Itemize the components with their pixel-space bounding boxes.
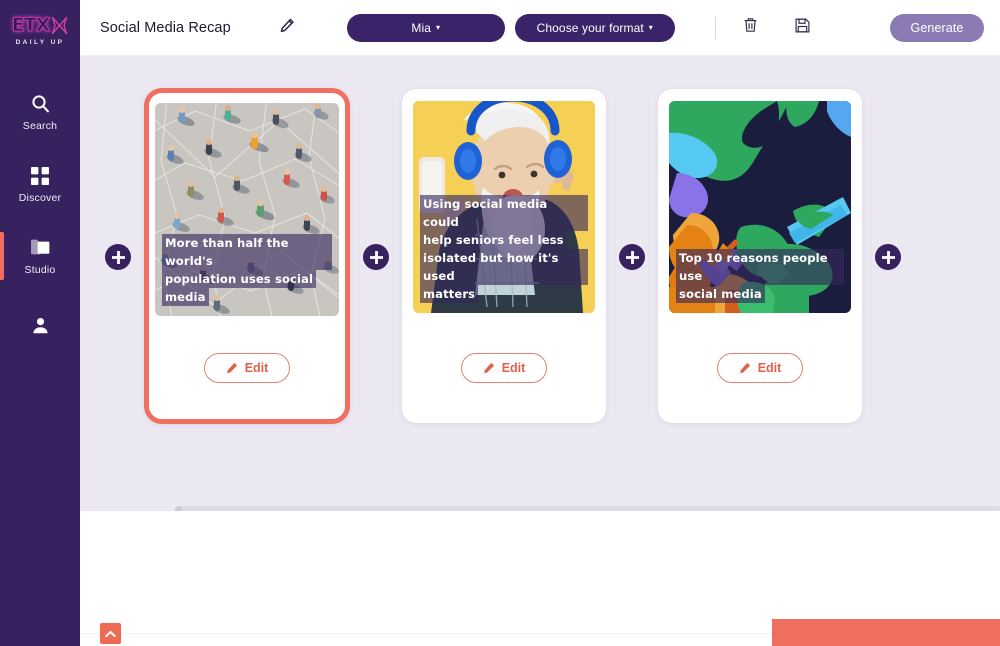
caption-line: media [162, 288, 209, 306]
card-footer: Edit [149, 316, 345, 419]
storyboard-card[interactable]: Using social media could help seniors fe… [402, 89, 606, 423]
card-footer: Edit [402, 313, 606, 423]
card-strip: More than half the world's population us… [80, 56, 1000, 456]
card-media: Using social media could help seniors fe… [413, 101, 595, 313]
edit-card-button[interactable]: Edit [717, 353, 803, 383]
card-caption: Using social media could help seniors fe… [420, 195, 588, 303]
format-select[interactable]: Choose your format ▾ [514, 13, 675, 42]
storyboard-card[interactable]: Top 10 reasons people use social media E… [658, 89, 862, 423]
add-card-button[interactable] [105, 244, 131, 270]
caption-line: population uses social [162, 270, 317, 288]
sidebar-item-label: Studio [24, 263, 56, 276]
chevron-down-icon: ▾ [648, 22, 653, 32]
caption-line: isolated but how it's used [420, 249, 588, 285]
save-button[interactable] [790, 15, 816, 41]
edit-card-label: Edit [757, 361, 782, 375]
search-icon [31, 93, 50, 115]
card-caption: Top 10 reasons people use social media [676, 249, 844, 303]
pencil-icon [280, 18, 295, 38]
caption-line: More than half the world's [162, 234, 332, 270]
chevron-up-icon [105, 625, 116, 643]
add-card-button[interactable] [619, 244, 645, 270]
add-card-button[interactable] [875, 244, 901, 270]
edit-card-button[interactable]: Edit [461, 353, 547, 383]
pencil-icon [739, 362, 751, 374]
chevron-down-icon: ▾ [436, 22, 441, 32]
card-media: More than half the world's population us… [155, 103, 339, 316]
toolbar: Social Media Recap Mia ▾ Choose your for… [80, 0, 1000, 56]
logo-text: ETX [11, 14, 51, 37]
edit-card-button[interactable]: Edit [204, 352, 290, 383]
bottom-accent-bar [772, 619, 1000, 646]
grid-icon [31, 165, 49, 187]
caption-line: social media [676, 285, 765, 303]
plus-icon [369, 250, 383, 264]
user-icon [32, 315, 49, 337]
caption-line: help seniors feel less [420, 231, 567, 249]
edit-card-label: Edit [244, 360, 269, 375]
storyboard-card[interactable]: More than half the world's population us… [144, 88, 350, 424]
edit-card-label: Edit [501, 361, 526, 375]
sidebar-item-account[interactable] [0, 300, 80, 356]
sidebar-item-label: Discover [18, 191, 62, 204]
pencil-icon [226, 362, 238, 374]
app-root: ETX DAILY UP Search Discover Studio Soci… [0, 0, 1000, 646]
sidebar-item-discover[interactable]: Discover [0, 156, 80, 212]
floppy-disk-icon [795, 18, 810, 38]
scroll-to-top-button[interactable] [100, 623, 121, 644]
voice-select-label: Mia [411, 20, 432, 35]
folder-icon [30, 237, 50, 259]
logo-mark: ETX [11, 14, 69, 37]
format-select-label: Choose your format [536, 20, 644, 35]
plus-icon [625, 250, 639, 264]
voice-select[interactable]: Mia ▾ [346, 13, 505, 42]
card-footer: Edit [658, 313, 862, 423]
main-column: Social Media Recap Mia ▾ Choose your for… [80, 0, 1000, 646]
app-logo[interactable]: ETX DAILY UP [0, 0, 80, 56]
delete-button[interactable] [738, 15, 764, 41]
caption-line: Using social media could [420, 195, 588, 231]
lower-panel [80, 511, 1000, 646]
generate-button[interactable]: Generate [890, 13, 984, 42]
pencil-icon [483, 362, 495, 374]
card-media: Top 10 reasons people use social media [669, 101, 851, 313]
sidebar-item-label: Search [22, 119, 58, 132]
sidebar-nav: Search Discover Studio [0, 84, 80, 372]
toolbar-divider [714, 16, 716, 39]
caption-line: Top 10 reasons people use [676, 249, 844, 285]
logo-tagline: DAILY UP [15, 39, 65, 46]
storyboard-canvas: More than half the world's population us… [80, 56, 1000, 511]
trash-icon [743, 17, 758, 38]
edit-title-button[interactable] [275, 15, 301, 41]
plus-icon [111, 250, 125, 264]
add-card-button[interactable] [363, 244, 389, 270]
caption-line: matters [420, 285, 479, 303]
logo-x-icon [51, 16, 68, 35]
page-title: Social Media Recap [100, 19, 231, 36]
sidebar: ETX DAILY UP Search Discover Studio [0, 0, 80, 646]
sidebar-item-studio[interactable]: Studio [0, 228, 80, 284]
sidebar-item-search[interactable]: Search [0, 84, 80, 140]
card-caption: More than half the world's population us… [162, 234, 332, 306]
plus-icon [881, 250, 895, 264]
